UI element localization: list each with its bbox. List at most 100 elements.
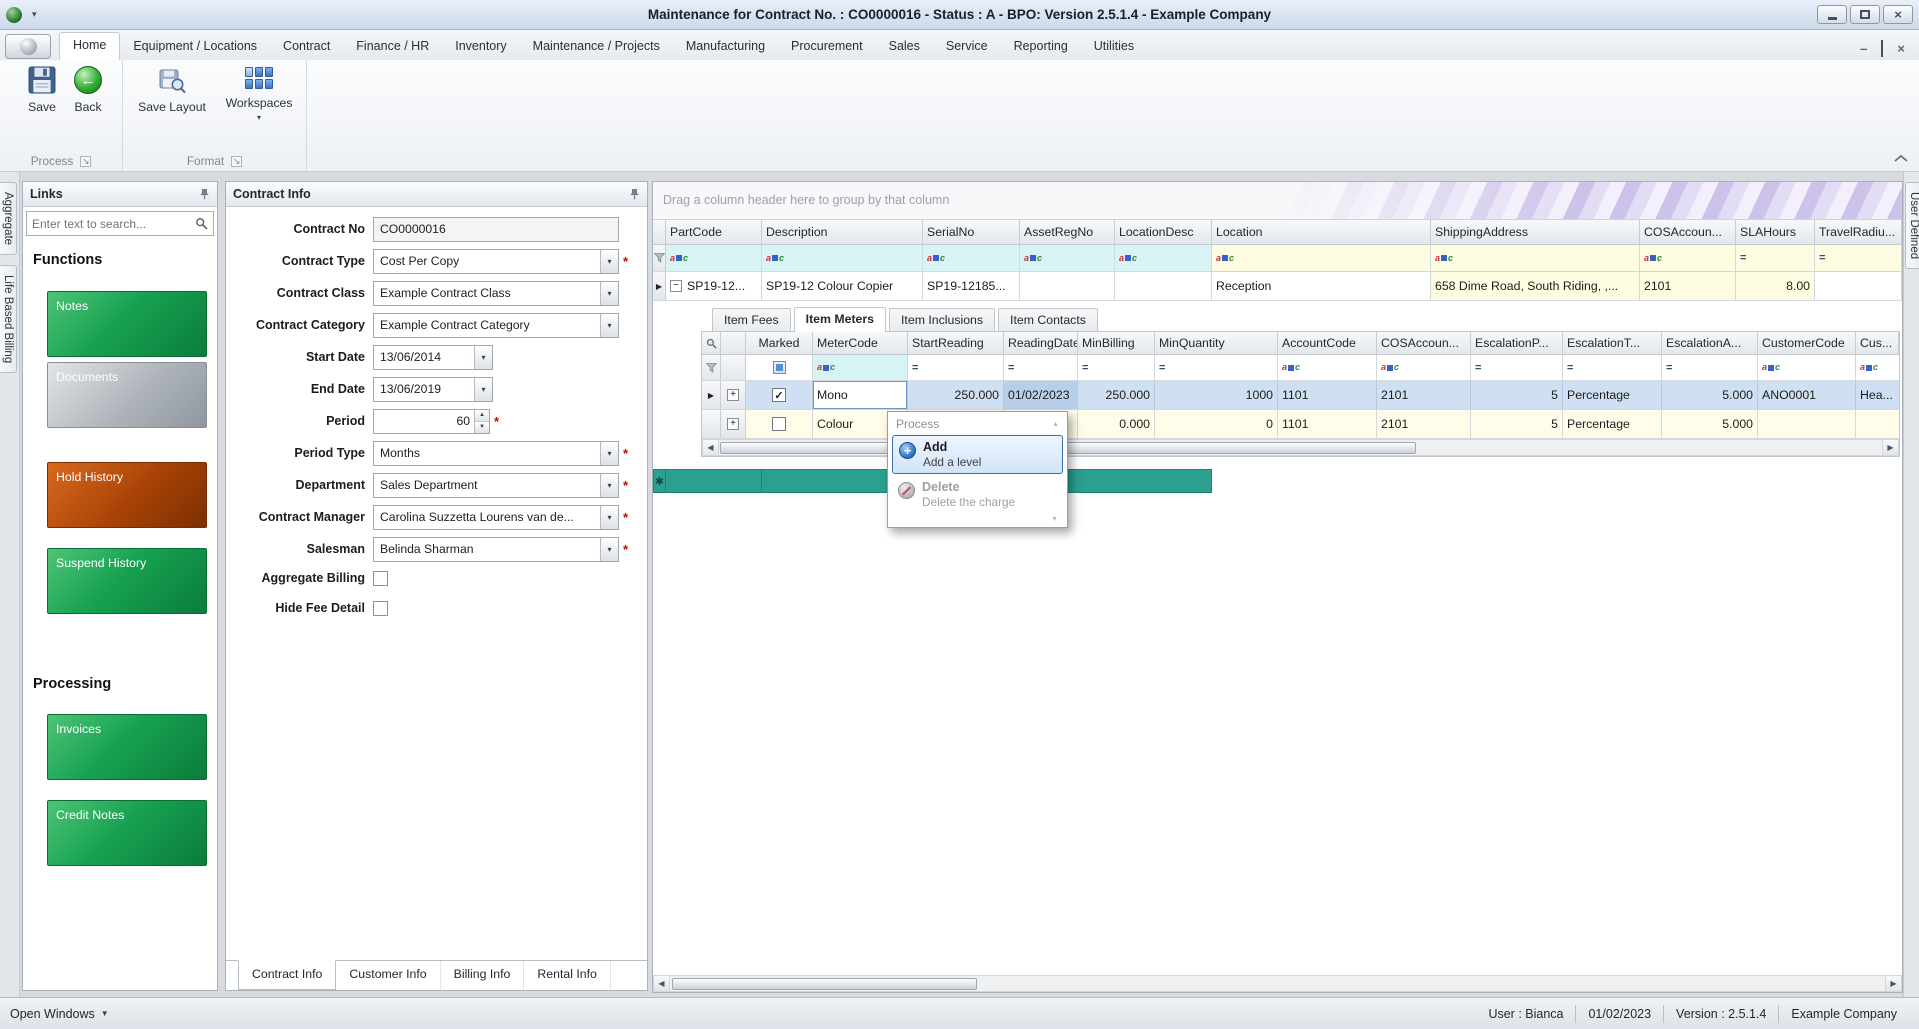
search-input[interactable] bbox=[32, 216, 195, 231]
maximize-button[interactable] bbox=[1850, 5, 1880, 24]
filter-cell-assetregno[interactable]: ac bbox=[1020, 245, 1115, 271]
filter-cell-customercode[interactable]: ac bbox=[1758, 355, 1856, 380]
tab-manufacturing[interactable]: Manufacturing bbox=[673, 34, 778, 60]
chevron-down-icon[interactable]: ▾ bbox=[600, 249, 618, 273]
column-header-description[interactable]: Description bbox=[762, 220, 923, 244]
chevron-down-icon[interactable]: ▾ bbox=[600, 281, 618, 305]
chevron-down-icon[interactable]: ▾ bbox=[600, 441, 618, 465]
notes-button[interactable]: Notes bbox=[47, 291, 207, 357]
quick-access-dropdown-icon[interactable]: ▾ bbox=[32, 9, 37, 20]
filter-cell-minquantity[interactable]: = bbox=[1155, 355, 1278, 380]
filter-cell-readingdate[interactable]: = bbox=[1004, 355, 1078, 380]
child-restore-icon[interactable] bbox=[1881, 40, 1884, 57]
tab-inventory[interactable]: Inventory bbox=[442, 34, 519, 60]
column-header-readingdate[interactable]: ReadingDate bbox=[1004, 332, 1078, 354]
chevron-down-icon[interactable]: ▾ bbox=[600, 473, 618, 497]
contract-type-select[interactable]: Cost Per Copy ▾ bbox=[373, 248, 619, 274]
filter-cell-startreading[interactable]: = bbox=[908, 355, 1004, 380]
contract-category-select[interactable]: Example Contract Category ▾ bbox=[373, 312, 619, 338]
scroll-right-icon[interactable]: ▶ bbox=[1885, 976, 1901, 991]
column-header-slahours[interactable]: SLAHours bbox=[1736, 220, 1815, 244]
checked-checkbox[interactable]: ✓ bbox=[772, 388, 786, 402]
period-stepper[interactable]: 60 ▲ ▼ bbox=[373, 408, 490, 434]
column-header-shippingaddress[interactable]: ShippingAddress bbox=[1431, 220, 1640, 244]
scroll-left-icon[interactable]: ◀ bbox=[654, 976, 670, 991]
child-close-icon[interactable]: × bbox=[1897, 42, 1905, 55]
tab-contract[interactable]: Contract bbox=[270, 34, 343, 60]
spin-down-icon[interactable]: ▼ bbox=[475, 421, 489, 433]
chevron-down-icon[interactable]: ▾ bbox=[600, 313, 618, 337]
column-header-partcode[interactable]: PartCode bbox=[666, 220, 762, 244]
cell-slahours[interactable]: 8.00 bbox=[1736, 272, 1815, 300]
filter-cell-description[interactable]: ac bbox=[762, 245, 923, 271]
cell-escalationt[interactable]: Percentage bbox=[1563, 381, 1662, 409]
cell-marked[interactable] bbox=[746, 410, 813, 438]
scrollbar-thumb[interactable] bbox=[672, 978, 977, 990]
column-header-cosaccount[interactable]: COSAccoun... bbox=[1377, 332, 1471, 354]
collapse-ribbon-icon[interactable] bbox=[1893, 154, 1909, 163]
filter-cell-cus[interactable]: ac bbox=[1856, 355, 1899, 380]
expand-row-icon[interactable]: + bbox=[721, 410, 746, 438]
contract-class-select[interactable]: Example Contract Class ▾ bbox=[373, 280, 619, 306]
search-icon[interactable] bbox=[195, 217, 208, 230]
cell-escalationa[interactable]: 5.000 bbox=[1662, 410, 1758, 438]
pin-icon[interactable] bbox=[199, 188, 210, 200]
tab-rental-info[interactable]: Rental Info bbox=[524, 961, 611, 990]
cell-minquantity[interactable]: 1000 bbox=[1155, 381, 1278, 409]
scroll-left-icon[interactable]: ◀ bbox=[703, 440, 719, 455]
workspaces-button[interactable]: Workspaces ▾ bbox=[218, 65, 300, 122]
chevron-down-icon[interactable]: ▾ bbox=[600, 537, 618, 561]
tab-home[interactable]: Home bbox=[59, 32, 121, 60]
tab-utilities[interactable]: Utilities bbox=[1081, 34, 1147, 60]
dock-tab-life-based-billing[interactable]: Life Based Billing bbox=[0, 265, 17, 374]
credit-notes-button[interactable]: Credit Notes bbox=[47, 800, 207, 866]
filter-funnel-icon[interactable] bbox=[702, 355, 721, 380]
cell-cus[interactable] bbox=[1856, 410, 1899, 438]
column-header-cus[interactable]: Cus... bbox=[1856, 332, 1899, 354]
cell-travelradius[interactable] bbox=[1815, 272, 1902, 300]
filter-cell-slahours[interactable]: = bbox=[1736, 245, 1815, 271]
cell-escalationt[interactable]: Percentage bbox=[1563, 410, 1662, 438]
column-header-minbilling[interactable]: MinBilling bbox=[1078, 332, 1155, 354]
save-layout-button[interactable]: Save Layout bbox=[131, 65, 213, 114]
column-header-escalationt[interactable]: EscalationT... bbox=[1563, 332, 1662, 354]
filter-cell-travelradius[interactable]: = bbox=[1815, 245, 1902, 271]
column-header-assetregno[interactable]: AssetRegNo bbox=[1020, 220, 1115, 244]
unchecked-checkbox[interactable] bbox=[772, 417, 786, 431]
tab-reporting[interactable]: Reporting bbox=[1001, 34, 1081, 60]
cell-description[interactable]: SP19-12 Colour Copier bbox=[762, 272, 923, 300]
invoices-button[interactable]: Invoices bbox=[47, 714, 207, 780]
period-type-select[interactable]: Months ▾ bbox=[373, 440, 619, 466]
tab-billing-info[interactable]: Billing Info bbox=[441, 961, 525, 990]
end-date-field[interactable]: 13/06/2019 ▾ bbox=[373, 376, 493, 402]
cell-shippingaddress[interactable]: 658 Dime Road, South Riding, ,... bbox=[1431, 272, 1640, 300]
expand-row-icon[interactable]: + bbox=[721, 381, 746, 409]
cell-minbilling[interactable]: 0.000 bbox=[1078, 410, 1155, 438]
column-header-cosaccount[interactable]: COSAccoun... bbox=[1640, 220, 1736, 244]
tab-sales[interactable]: Sales bbox=[876, 34, 933, 60]
filter-funnel-icon[interactable] bbox=[653, 245, 666, 271]
salesman-select[interactable]: Belinda Sharman ▾ bbox=[373, 536, 619, 562]
menu-item-delete[interactable]: Delete Delete the charge bbox=[892, 476, 1063, 513]
cell-escalationp[interactable]: 5 bbox=[1471, 381, 1563, 409]
filter-cell-shippingaddress[interactable]: ac bbox=[1431, 245, 1640, 271]
hide-fee-detail-checkbox[interactable] bbox=[373, 600, 388, 616]
cell-location[interactable]: Reception bbox=[1212, 272, 1431, 300]
column-header-accountcode[interactable]: AccountCode bbox=[1278, 332, 1377, 354]
cell-minbilling[interactable]: 250.000 bbox=[1078, 381, 1155, 409]
menu-scroll-down-icon[interactable]: ▼ bbox=[892, 515, 1063, 523]
filter-cell-cosaccount[interactable]: ac bbox=[1640, 245, 1736, 271]
tab-finance-hr[interactable]: Finance / HR bbox=[343, 34, 442, 60]
cell-metercode-editing[interactable]: Mono bbox=[813, 381, 908, 409]
column-header-locationdesc[interactable]: LocationDesc bbox=[1115, 220, 1212, 244]
column-header-escalationa[interactable]: EscalationA... bbox=[1662, 332, 1758, 354]
filter-cell-escalationa[interactable]: = bbox=[1662, 355, 1758, 380]
cell-customercode[interactable]: ANO0001 bbox=[1758, 381, 1856, 409]
cell-accountcode[interactable]: 1101 bbox=[1278, 381, 1377, 409]
column-header-travelradius[interactable]: TravelRadiu... bbox=[1815, 220, 1902, 244]
pin-icon[interactable] bbox=[629, 188, 640, 200]
tab-equipment-locations[interactable]: Equipment / Locations bbox=[120, 34, 270, 60]
application-button[interactable] bbox=[5, 34, 51, 59]
filter-cell-minbilling[interactable]: = bbox=[1078, 355, 1155, 380]
back-button[interactable]: ← Back bbox=[52, 65, 124, 114]
